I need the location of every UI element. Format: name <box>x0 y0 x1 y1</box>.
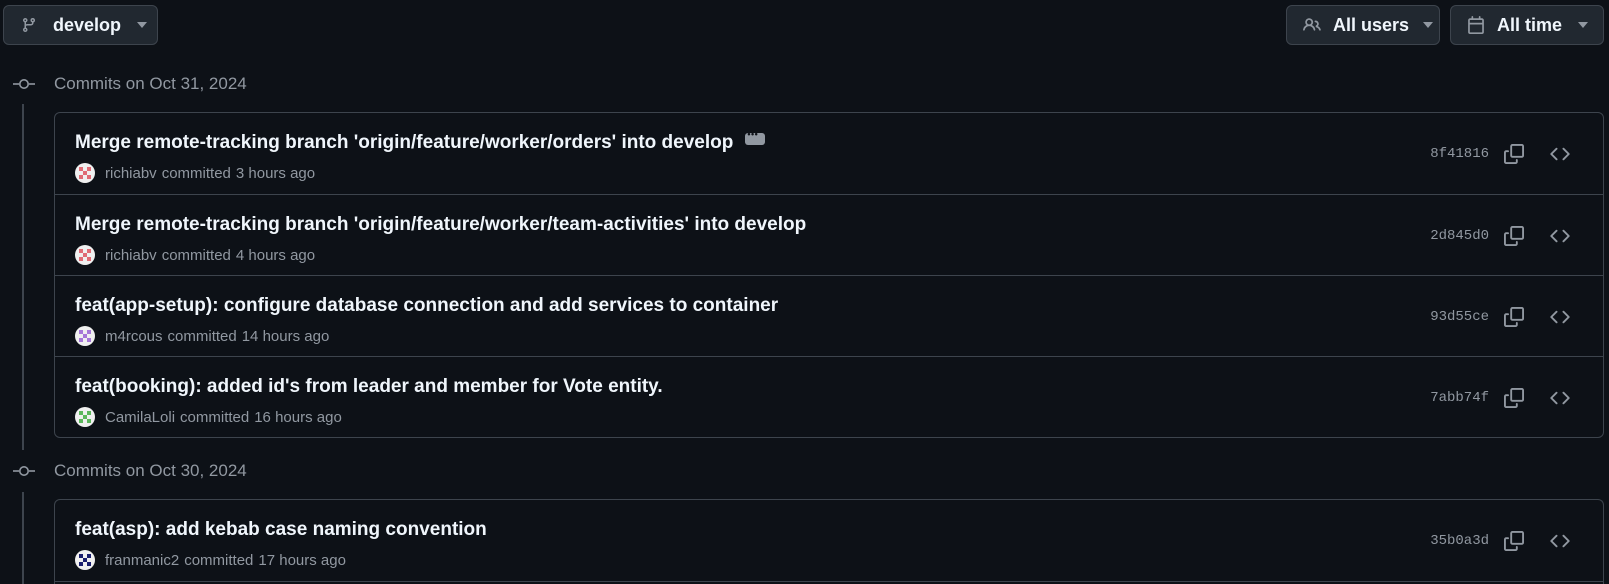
commit-verb: committed <box>184 551 254 569</box>
commit-time: 16 hours ago <box>254 408 342 426</box>
caret-down-icon <box>137 22 148 28</box>
git-commit-icon <box>0 463 48 479</box>
commit-verb: committed <box>161 246 231 264</box>
commit-verb: committed <box>167 327 237 345</box>
copy-sha-button[interactable] <box>1501 385 1527 411</box>
author-link[interactable]: franmanic2 <box>105 552 179 569</box>
commit-message-link[interactable]: Merge remote-tracking branch 'origin/fea… <box>75 214 806 236</box>
commit-verb: committed <box>180 408 250 426</box>
timeline-line <box>22 492 24 584</box>
calendar-icon <box>1468 16 1484 34</box>
copy-sha-button[interactable] <box>1501 304 1527 330</box>
commit-message-link[interactable]: feat(asp): add kebab case naming convent… <box>75 519 487 541</box>
browse-repo-button[interactable] <box>1547 385 1573 411</box>
commit-list: Merge remote-tracking branch 'origin/fea… <box>54 112 1604 438</box>
commit-sha-link[interactable]: 2d845d0 <box>1430 228 1489 244</box>
code-icon <box>1550 147 1570 161</box>
commit-row: Merge remote-tracking branch 'origin/fea… <box>55 113 1603 194</box>
author-link[interactable]: richiabv <box>105 247 157 264</box>
commit-verb: committed <box>161 164 231 182</box>
caret-down-icon <box>1423 22 1434 28</box>
commit-group-header: Commits on Oct 30, 2024 <box>0 458 247 484</box>
author-link[interactable]: m4rcous <box>105 328 163 345</box>
author-link[interactable]: CamilaLoli <box>105 409 175 426</box>
git-branch-icon <box>22 18 35 33</box>
copy-sha-button[interactable] <box>1501 223 1527 249</box>
avatar[interactable] <box>75 245 95 265</box>
copy-icon <box>1504 226 1524 246</box>
avatar[interactable] <box>75 407 95 427</box>
time-filter-label: All time <box>1497 14 1563 35</box>
commit-sha-link[interactable]: 7abb74f <box>1430 390 1489 406</box>
git-commit-icon <box>0 76 48 92</box>
commit-list: feat(asp): add kebab case naming convent… <box>54 499 1604 584</box>
users-filter-button[interactable]: All users <box>1286 5 1440 45</box>
branch-label: develop <box>53 14 122 35</box>
time-filter-button[interactable]: All time <box>1450 5 1604 45</box>
avatar[interactable] <box>75 163 95 183</box>
commit-time: 17 hours ago <box>258 551 346 569</box>
commit-message-link[interactable]: feat(booking): added id's from leader an… <box>75 376 663 398</box>
caret-down-icon <box>1578 22 1589 28</box>
copy-icon <box>1504 307 1524 327</box>
copy-icon <box>1504 531 1524 551</box>
commit-row: feat(booking): added id's from leader an… <box>55 356 1603 437</box>
commit-group-date: Commits on Oct 31, 2024 <box>54 74 247 93</box>
commit-message-link[interactable]: feat(app-setup): configure database conn… <box>75 295 778 317</box>
commit-group-date: Commits on Oct 30, 2024 <box>54 461 247 480</box>
users-filter-label: All users <box>1333 14 1410 35</box>
avatar[interactable] <box>75 326 95 346</box>
copy-icon <box>1504 144 1524 164</box>
commit-sha-link[interactable]: 93d55ce <box>1430 309 1489 325</box>
browse-repo-button[interactable] <box>1547 223 1573 249</box>
branch-select-button[interactable]: develop <box>3 5 158 45</box>
copy-sha-button[interactable] <box>1501 528 1527 554</box>
code-icon <box>1550 229 1570 243</box>
browse-repo-button[interactable] <box>1547 141 1573 167</box>
commit-time: 14 hours ago <box>241 327 330 345</box>
expand-description-button[interactable] <box>745 129 766 145</box>
code-icon <box>1550 310 1570 324</box>
code-icon <box>1550 534 1570 548</box>
commit-row: feat(asp): add kebab case naming convent… <box>55 500 1603 582</box>
commit-row: feat(app-setup): configure database conn… <box>55 275 1603 356</box>
commit-row: Merge remote-tracking branch 'origin/fea… <box>55 194 1603 275</box>
commit-sha-link[interactable]: 35b0a3d <box>1430 533 1489 549</box>
commit-message-link[interactable]: Merge remote-tracking branch 'origin/fea… <box>75 132 733 154</box>
author-link[interactable]: richiabv <box>105 165 157 182</box>
commit-group-header: Commits on Oct 31, 2024 <box>0 71 247 97</box>
browse-repo-button[interactable] <box>1547 304 1573 330</box>
avatar[interactable] <box>75 550 95 570</box>
copy-icon <box>1504 388 1524 408</box>
commit-time: 3 hours ago <box>235 164 316 182</box>
commit-sha-link[interactable]: 8f41816 <box>1430 146 1489 162</box>
copy-sha-button[interactable] <box>1501 141 1527 167</box>
browse-repo-button[interactable] <box>1547 528 1573 554</box>
code-icon <box>1550 391 1570 405</box>
commit-time: 4 hours ago <box>235 246 316 264</box>
people-icon <box>1303 18 1321 31</box>
timeline-line <box>22 104 24 450</box>
